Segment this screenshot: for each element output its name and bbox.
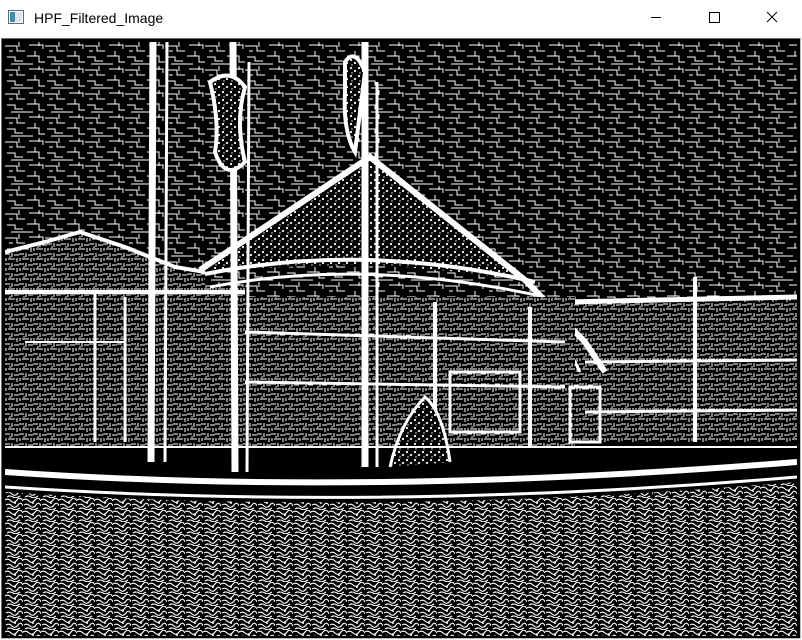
minimize-button[interactable]	[627, 0, 685, 34]
image-display-area	[1, 38, 801, 639]
close-button[interactable]	[743, 0, 801, 34]
close-icon	[766, 11, 778, 23]
window-title: HPF_Filtered_Image	[34, 10, 164, 26]
title-bar[interactable]: HPF_Filtered_Image	[0, 0, 802, 36]
edge-filtered-image	[5, 42, 797, 636]
filtered-image	[5, 42, 797, 636]
maximize-icon	[709, 12, 720, 23]
maximize-button[interactable]	[685, 0, 743, 34]
minimize-icon	[651, 17, 661, 18]
app-icon	[8, 10, 24, 24]
image-window: HPF_Filtered_Image	[0, 0, 802, 640]
